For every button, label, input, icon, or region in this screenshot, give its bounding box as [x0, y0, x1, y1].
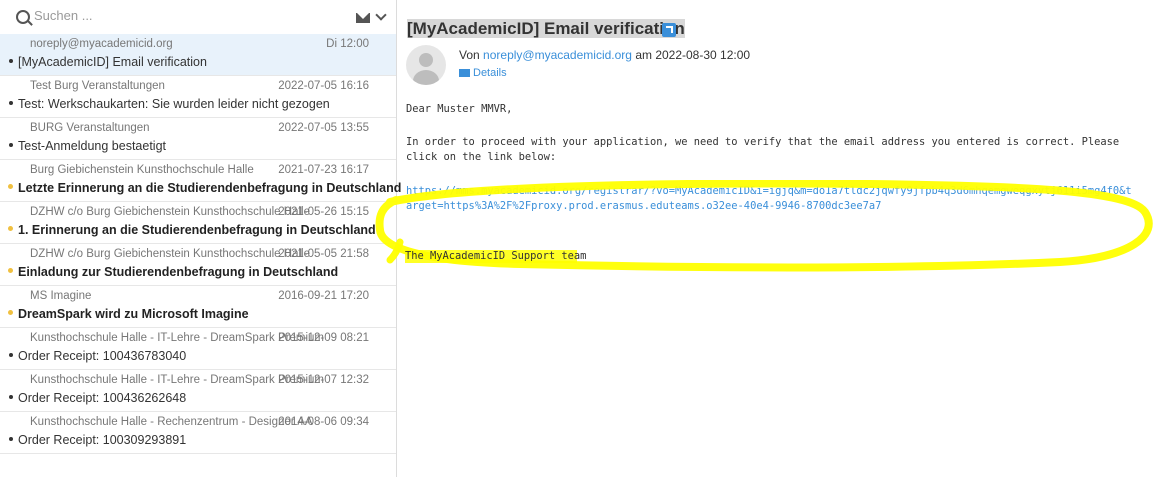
mail-subject: Einladung zur Studierendenbefragung in D…: [18, 265, 339, 279]
mail-subject: [MyAcademicID] Email verification: [18, 55, 207, 69]
from-date: am 2022-08-30 12:00: [635, 48, 751, 62]
mail-list-item[interactable]: MS Imagine 2016-09-21 17:20 DreamSpark wir…: [0, 286, 396, 328]
mail-subject: Order Receipt: 100436262648: [18, 391, 187, 405]
bullet-icon: [9, 395, 13, 399]
envelope-icon[interactable]: [356, 13, 370, 23]
mail-sender: MS Imagine: [30, 290, 92, 302]
mail-sender: noreply@myacademicid.org: [30, 38, 173, 50]
bullet-icon: [9, 101, 13, 105]
message-view: [MyAcademicID] Email verification Von no…: [397, 0, 1153, 477]
mail-sender: BURG Veranstaltungen: [30, 122, 150, 134]
mail-list-item[interactable]: BURG Veranstaltungen 2022-07-05 13:55 Test…: [0, 118, 396, 160]
bullet-icon: [9, 143, 13, 147]
mail-sender: Test Burg Veranstaltungen: [30, 80, 165, 92]
mail-date: 2015-12-07 12:32: [278, 374, 369, 386]
mail-subject: DreamSpark wird zu Microsoft Imagine: [18, 307, 249, 321]
mail-sender: Burg Giebichenstein Kunsthochschule Hall…: [30, 164, 254, 176]
mail-sender: DZHW c/o Burg Giebichenstein Kunsthochsc…: [30, 206, 310, 218]
mail-subject: Test: Werkschaukarten: Sie wurden leider…: [18, 97, 330, 111]
message-subject: [MyAcademicID] Email verification: [407, 19, 685, 39]
chevron-down-icon[interactable]: [375, 9, 387, 21]
mail-list-item[interactable]: DZHW c/o Burg Giebichenstein Kunsthochsc…: [0, 244, 396, 286]
mail-sender: DZHW c/o Burg Giebichenstein Kunsthochsc…: [30, 248, 310, 260]
mail-date: 2021-05-05 21:58: [278, 248, 369, 260]
unread-dot-icon: [8, 226, 13, 231]
verification-link[interactable]: https://mms.myacademicid.org/registrar/?…: [406, 184, 1136, 214]
mail-subject: Test-Anmeldung bestaetigt: [18, 139, 167, 153]
from-address-link[interactable]: noreply@myacademicid.org: [483, 48, 632, 62]
mail-list-item[interactable]: Burg Giebichenstein Kunsthochschule Hall…: [0, 160, 401, 202]
details-link[interactable]: Details: [459, 67, 507, 79]
mail-date: 2016-09-21 17:20: [278, 290, 369, 302]
unread-dot-icon: [8, 268, 13, 273]
mail-list-item[interactable]: Kunsthochschule Halle - IT-Lehre - Dream…: [0, 328, 396, 370]
mail-date: 2022-07-05 16:16: [278, 80, 369, 92]
signature-overlay: The MyAcademicID Support team: [405, 250, 587, 262]
bullet-icon: [9, 59, 13, 63]
bullet-icon: [9, 353, 13, 357]
mail-date: Di 12:00: [326, 38, 369, 50]
mail-date: 2022-07-05 13:55: [278, 122, 369, 134]
mail-list-item[interactable]: Kunsthochschule Halle - Rechenzentrum - …: [0, 412, 396, 454]
unread-dot-icon: [8, 184, 13, 189]
details-label: Details: [473, 67, 507, 79]
message-subject-text: [MyAcademicID] Email verification: [407, 19, 685, 38]
mail-subject: 1. Erinnerung an die Studierendenbefragu…: [18, 223, 376, 237]
intro-text: In order to proceed with your applicatio…: [406, 136, 1120, 163]
mail-date: 2021-05-26 15:15: [278, 206, 369, 218]
mail-list-item[interactable]: noreply@myacademicid.org Di 12:00 [MyAcade…: [0, 34, 396, 76]
mail-list-item[interactable]: DZHW c/o Burg Giebichenstein Kunsthochsc…: [0, 202, 396, 244]
mail-subject: Letzte Erinnerung an die Studierendenbef…: [18, 181, 402, 195]
mail-date: 2015-12-09 08:21: [278, 332, 369, 344]
envelope-icon: [459, 69, 470, 77]
mail-date: 2021-07-23 16:17: [278, 164, 369, 176]
greeting: Dear Muster MMVR,: [406, 103, 513, 115]
search-icon[interactable]: [16, 10, 30, 24]
from-prefix: Von: [459, 48, 480, 62]
mail-sender: Kunsthochschule Halle - Rechenzentrum - …: [30, 416, 313, 428]
mail-list-item[interactable]: Test Burg Veranstaltungen 2022-07-05 16:1…: [0, 76, 396, 118]
mail-date: 2014-08-06 09:34: [278, 416, 369, 428]
mail-subject: Order Receipt: 100309293891: [18, 433, 187, 447]
unread-dot-icon: [8, 310, 13, 315]
from-line: Von noreply@myacademicid.org am 2022-08-…: [459, 48, 750, 62]
external-link-icon[interactable]: [662, 23, 676, 37]
search-bar: [0, 0, 396, 34]
mail-list: noreply@myacademicid.org Di 12:00 [MyAcade…: [0, 34, 401, 454]
mail-list-sidebar: noreply@myacademicid.org Di 12:00 [MyAcade…: [0, 0, 401, 477]
bullet-icon: [9, 437, 13, 441]
search-input[interactable]: [34, 8, 334, 23]
mail-subject: Order Receipt: 100436783040: [18, 349, 187, 363]
avatar: [406, 45, 446, 85]
mail-list-item[interactable]: Kunsthochschule Halle - IT-Lehre - Dream…: [0, 370, 396, 412]
